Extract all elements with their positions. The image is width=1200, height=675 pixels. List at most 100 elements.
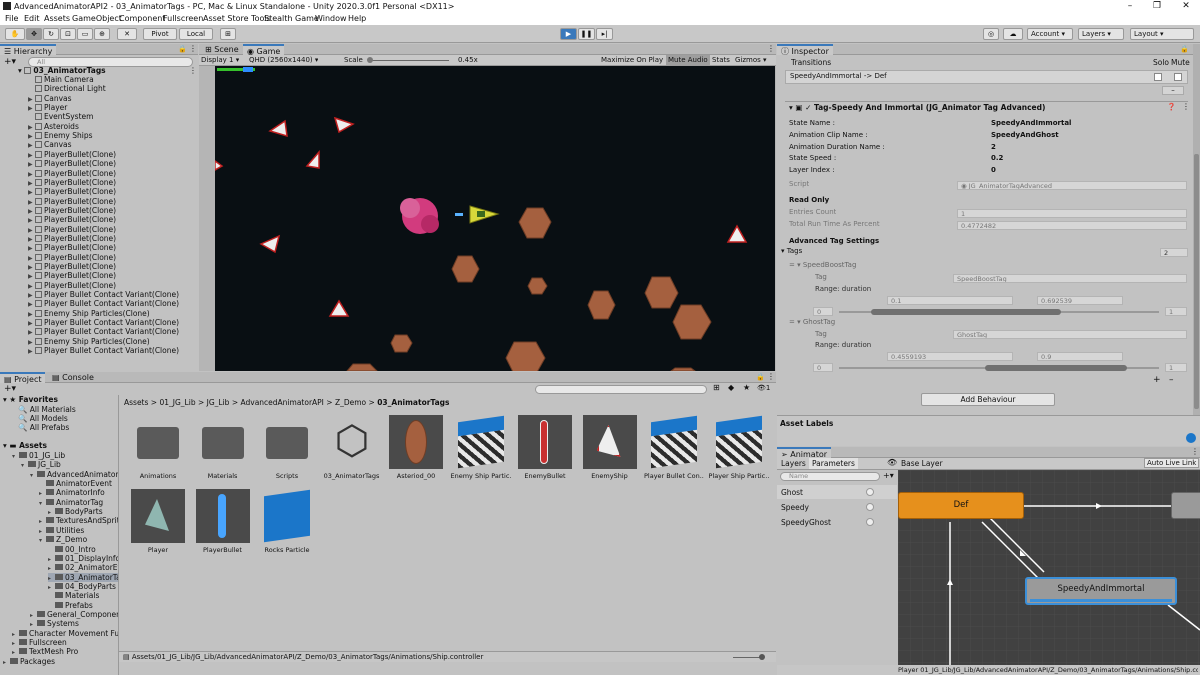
breadcrumb-item[interactable]: Assets (124, 398, 148, 407)
menu-stealth-game[interactable]: Stealth Game (264, 14, 319, 23)
gizmos-dropdown[interactable]: Gizmos ▾ (735, 56, 767, 64)
add-behaviour-button[interactable]: Add Behaviour (921, 393, 1055, 406)
assets-root-foldout[interactable]: ▾ ▬ Assets (3, 441, 47, 450)
hierarchy-item[interactable]: Directional Light (28, 84, 196, 93)
tags-count-field[interactable]: 2 (1160, 248, 1188, 257)
expand-arrow-icon[interactable]: ▶ (28, 300, 35, 308)
folder-arrow-icon[interactable]: ▸ (48, 555, 55, 563)
parameter-toggle[interactable] (866, 503, 874, 511)
resolution-dropdown[interactable]: QHD (2560x1440) ▾ (249, 56, 318, 64)
project-lock-icon[interactable]: 🔒 (756, 373, 765, 381)
expand-arrow-icon[interactable]: ▶ (28, 198, 35, 206)
transform-tool-icon[interactable]: ⊕ (94, 28, 110, 40)
lock-icon[interactable]: 🔒 (178, 45, 187, 53)
play-button[interactable]: ▶ (560, 28, 577, 40)
expand-arrow-icon[interactable]: ▶ (28, 179, 35, 187)
folder-tree-item[interactable]: ▸ 01_DisplayInfoF (48, 554, 118, 563)
favorite-star-icon[interactable]: ★ (743, 383, 750, 392)
hierarchy-item[interactable]: ▶ Enemy Ships (28, 131, 196, 140)
tab-project[interactable]: ▤ Project (0, 372, 46, 384)
rect-tool-icon[interactable]: ▭ (77, 28, 93, 40)
hierarchy-item[interactable]: ▶ Player (28, 103, 196, 112)
parameter-row[interactable]: Ghost (777, 485, 897, 499)
folder-tree-item[interactable]: Prefabs (48, 601, 93, 610)
asset-item[interactable]: Player (128, 489, 188, 554)
folder-arrow-icon[interactable]: ▸ (39, 489, 46, 497)
asset-item[interactable]: Enemy Ship Partic... (451, 415, 511, 480)
menu-gameobject[interactable]: GameObject (72, 14, 122, 23)
tag2-lo-field[interactable]: 0 (813, 363, 833, 372)
folder-tree-item[interactable]: ▾ 01_JG_Lib (12, 451, 65, 460)
tag2-foldout[interactable]: = ▾ GhostTag (789, 317, 835, 329)
remove-tag-button[interactable]: – (1169, 375, 1174, 385)
state-speedy-and-immortal[interactable]: SpeedyAndImmortal (1025, 577, 1177, 605)
rotate-tool-icon[interactable]: ↻ (43, 28, 59, 40)
hierarchy-item[interactable]: ▶ Asteroids (28, 122, 196, 131)
tag1-hi-field[interactable]: 1 (1165, 307, 1187, 316)
eye-icon[interactable]: 👁 (887, 458, 897, 467)
hierarchy-item[interactable]: ▶ PlayerBullet(Clone) (28, 178, 196, 187)
tag1-min-field[interactable]: 0.1 (887, 296, 1013, 305)
expand-arrow-icon[interactable]: ▶ (28, 123, 35, 131)
scale-tool-icon[interactable]: ⊡ (60, 28, 76, 40)
folder-tree-item[interactable]: ▾ AnimatorTag (39, 498, 103, 507)
display-dropdown[interactable]: Display 1 ▾ (201, 56, 239, 64)
hierarchy-item[interactable]: ▶ PlayerBullet(Clone) (28, 150, 196, 159)
cloud-icon[interactable]: ☁ (1003, 28, 1023, 40)
asset-item[interactable]: ⬡ 03_AnimatorTags (322, 415, 382, 480)
stats-toggle[interactable]: Stats (712, 56, 730, 64)
folder-tree-item[interactable]: ▾ AdvancedAnimatorA (30, 470, 118, 479)
local-button[interactable]: Local (179, 28, 213, 40)
folder-tree-item[interactable]: ▸ TexturesAndSprite (39, 516, 118, 525)
expand-arrow-icon[interactable]: ▶ (28, 104, 35, 112)
tag1-range-handle[interactable] (871, 309, 1061, 315)
kebab-menu-icon[interactable]: ⋮ (189, 44, 197, 53)
expand-arrow-icon[interactable]: ▶ (28, 160, 35, 168)
hierarchy-item[interactable]: ▶ Player Bullet Contact Variant(Clone) (28, 346, 196, 355)
folder-arrow-icon[interactable]: ▸ (30, 611, 37, 619)
folder-arrow-icon[interactable]: ▾ (30, 471, 37, 479)
account-dropdown[interactable]: Account ▾ (1027, 28, 1073, 40)
hidden-count-icon[interactable]: 👁1 (757, 384, 770, 392)
tag1-lo-field[interactable]: 0 (813, 307, 833, 316)
maximize-on-play-toggle[interactable]: Maximize On Play (601, 56, 663, 64)
breadcrumb-item[interactable]: Z_Demo (335, 398, 366, 407)
folder-tree-item[interactable]: ▸ AnimatorInfo (39, 488, 105, 497)
folder-arrow-icon[interactable]: ▸ (48, 564, 55, 572)
game-menu-icon[interactable]: ⋮ (767, 44, 775, 53)
hierarchy-item[interactable]: ▶ Player Bullet Contact Variant(Clone) (28, 290, 196, 299)
scale-slider-track[interactable] (369, 60, 449, 61)
menu-fullscreen[interactable]: Fullscreen (163, 14, 203, 23)
asset-item[interactable]: Player Bullet Con... (644, 415, 704, 480)
folder-arrow-icon[interactable]: ▾ (39, 499, 46, 507)
asset-item[interactable]: Materials (193, 415, 253, 480)
project-splitter[interactable] (118, 395, 119, 675)
state-offscreen[interactable] (1171, 492, 1200, 519)
hierarchy-item[interactable]: ▶ PlayerBullet(Clone) (28, 206, 196, 215)
favorites-foldout[interactable]: ▾ ★ Favorites (3, 395, 58, 404)
state-default[interactable]: Def (898, 492, 1024, 519)
remove-transition-button[interactable]: – (1162, 86, 1184, 95)
hierarchy-item[interactable]: ▶ PlayerBullet(Clone) (28, 187, 196, 196)
folder-tree-item[interactable]: ▸ 03_AnimatorTa (48, 572, 118, 582)
parameter-row[interactable]: Speedy (777, 500, 897, 514)
transition-row[interactable]: SpeedyAndImmortal -> Def (785, 70, 1188, 84)
add-tag-button[interactable]: + (1153, 375, 1161, 385)
menu-window[interactable]: Window (315, 14, 347, 23)
expand-arrow-icon[interactable]: ▶ (28, 188, 35, 196)
breadcrumb-item[interactable]: 01_JG_Lib (159, 398, 195, 407)
help-icon[interactable]: ❓ (1167, 103, 1176, 111)
menu-component[interactable]: Component (119, 14, 165, 23)
expand-arrow-icon[interactable]: ▶ (28, 328, 35, 336)
expand-arrow-icon[interactable]: ▶ (28, 151, 35, 159)
custom-tool-icon[interactable]: ✕ (117, 28, 137, 40)
scale-slider-handle[interactable] (367, 57, 373, 63)
inspector-lock-icon[interactable]: 🔒 (1180, 45, 1189, 53)
project-add-icon[interactable]: +▾ (4, 384, 16, 394)
hierarchy-item[interactable]: ▶ Player Bullet Contact Variant(Clone) (28, 327, 196, 336)
hierarchy-item[interactable]: ▶ PlayerBullet(Clone) (28, 197, 196, 206)
hierarchy-item[interactable]: ▶ PlayerBullet(Clone) (28, 281, 196, 290)
param-search-input[interactable]: Name (780, 472, 880, 481)
game-viewport[interactable] (215, 66, 775, 371)
hierarchy-item[interactable]: Main Camera (28, 75, 196, 84)
